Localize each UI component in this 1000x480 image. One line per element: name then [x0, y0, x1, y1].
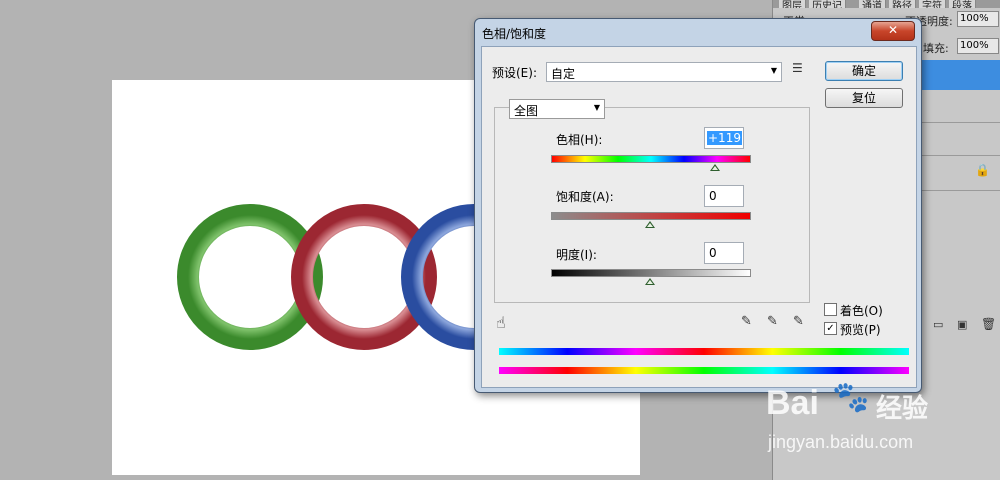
- hue-slider-thumb[interactable]: [710, 164, 721, 171]
- saturation-slider-thumb[interactable]: [645, 221, 655, 228]
- reset-button[interactable]: 复位: [825, 88, 903, 108]
- eyedropper-icon[interactable]: ✎: [741, 314, 752, 329]
- lock-icon: 🔒: [975, 163, 990, 177]
- hue-label: 色相(H):: [556, 133, 603, 147]
- lightness-value: 0: [709, 246, 717, 260]
- tab-paragraph[interactable]: 段落: [949, 0, 976, 8]
- saturation-slider[interactable]: [551, 212, 751, 220]
- lightness-slider[interactable]: [551, 269, 751, 277]
- hue-value: +119: [707, 131, 742, 145]
- hue-saturation-dialog: 色相/饱和度 ✕ 预设(E): 自定 ▼ ☰ 确定 复位 全图 ▼ 色相(H):…: [474, 18, 922, 393]
- list-options-icon[interactable]: ☰: [792, 61, 803, 75]
- tab-history[interactable]: 历史记: [809, 0, 846, 8]
- dialog-body: 预设(E): 自定 ▼ ☰ 确定 复位 全图 ▼ 色相(H): +119 饱和度…: [481, 46, 917, 388]
- ok-button[interactable]: 确定: [825, 61, 903, 81]
- hand-adjust-icon[interactable]: ☝: [496, 313, 506, 332]
- hue-input[interactable]: +119: [704, 127, 744, 149]
- watermark: Bai 🐾 经验 jingyan.baidu.com: [752, 376, 952, 462]
- preview-label: 预览(P): [840, 323, 881, 337]
- eyedropper-minus-icon[interactable]: ✎: [793, 314, 804, 329]
- watermark-brand-tail: 经验: [876, 394, 929, 424]
- lightness-slider-thumb[interactable]: [645, 278, 655, 285]
- check-icon: ✓: [826, 323, 835, 334]
- channel-select[interactable]: 全图 ▼: [509, 99, 605, 119]
- preset-select[interactable]: 自定 ▼: [546, 62, 782, 82]
- hue-slider[interactable]: [551, 155, 751, 163]
- tab-paths[interactable]: 路径: [889, 0, 916, 8]
- folder-icon[interactable]: ▭: [933, 318, 943, 331]
- trash-icon[interactable]: 🗑: [981, 317, 996, 331]
- tab-channels[interactable]: 通道: [859, 0, 886, 8]
- opacity-input[interactable]: 100%: [957, 11, 999, 27]
- saturation-label: 饱和度(A):: [556, 190, 614, 204]
- dialog-titlebar[interactable]: 色相/饱和度 ✕: [475, 19, 921, 45]
- colorize-label: 着色(O): [840, 304, 883, 318]
- saturation-input[interactable]: 0: [704, 185, 744, 207]
- layer-divider: [921, 190, 1000, 191]
- selected-layer-row[interactable]: [921, 60, 1000, 90]
- layer-divider: [921, 122, 1000, 123]
- chevron-down-icon: ▼: [593, 103, 600, 112]
- close-icon: ✕: [887, 23, 899, 37]
- watermark-brand: Bai: [766, 384, 819, 422]
- saturation-value: 0: [709, 189, 717, 203]
- paw-icon: 🐾: [832, 380, 870, 415]
- layer-divider: [921, 155, 1000, 156]
- channel-value: 全图: [514, 104, 539, 118]
- dialog-title: 色相/饱和度: [482, 27, 547, 41]
- watermark-url: jingyan.baidu.com: [768, 432, 914, 452]
- output-color-bar: [499, 367, 909, 374]
- lightness-input[interactable]: 0: [704, 242, 744, 264]
- input-color-bar: [499, 348, 909, 355]
- eyedropper-plus-icon[interactable]: ✎: [767, 314, 778, 329]
- preset-label: 预设(E):: [492, 66, 537, 80]
- new-layer-icon[interactable]: ▣: [957, 318, 967, 331]
- fill-label: 填充:: [923, 42, 949, 55]
- chevron-down-icon: ▼: [770, 66, 777, 75]
- colorize-checkbox[interactable]: [824, 303, 837, 316]
- lightness-label: 明度(I):: [556, 248, 597, 262]
- preset-value: 自定: [551, 67, 576, 81]
- fill-input[interactable]: 100%: [957, 38, 999, 54]
- layers-panel-tabs: 图层 历史记 通道 路径 字符 段落: [773, 0, 1000, 8]
- tab-layers[interactable]: 图层: [779, 0, 806, 8]
- tab-character[interactable]: 字符: [919, 0, 946, 8]
- close-button[interactable]: ✕: [871, 21, 915, 41]
- preview-checkbox[interactable]: ✓: [824, 322, 837, 335]
